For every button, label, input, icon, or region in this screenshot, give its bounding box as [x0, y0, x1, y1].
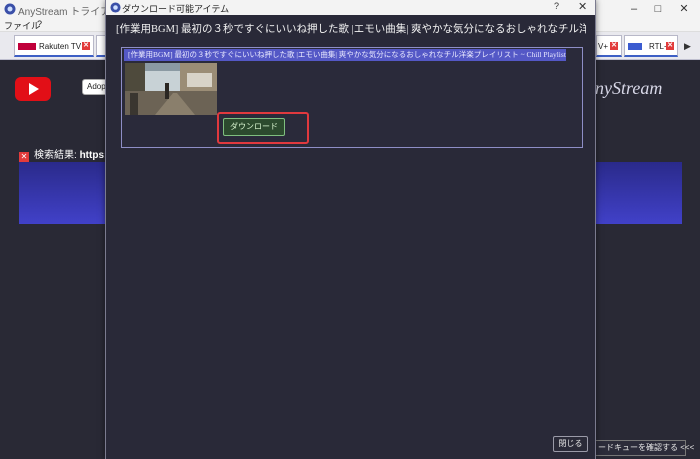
menu-file[interactable]: ファイル: [4, 19, 40, 32]
tab-rakuten-tv-label: Rakuten TV: [39, 42, 82, 51]
help-icon[interactable]: ?: [554, 1, 559, 11]
search-result-label: 検索結果:: [34, 150, 77, 161]
tab-v-plus[interactable]: V+ ✕: [596, 35, 622, 57]
download-button[interactable]: ダウンロード: [223, 118, 285, 136]
video-title-header: [作業用BGM] 最初の３秒ですぐにいいね押した歌 |エモい曲集| 爽やかな気分…: [116, 24, 586, 35]
dialog-titlebar: ダウンロード可能アイテム ? ✕: [106, 0, 595, 15]
dialog-close-icon[interactable]: ✕: [578, 0, 587, 13]
maximize-icon[interactable]: □: [650, 1, 666, 17]
tab-rakuten-tv[interactable]: Rakuten TV ✕: [14, 35, 94, 57]
tab-rtl-plus[interactable]: RTL+ ✕: [624, 35, 678, 57]
video-banner-right: [596, 162, 682, 224]
download-item-card: [作業用BGM] 最初の３秒ですぐにいいね押した歌 |エモい曲集| 爽やかな気分…: [121, 47, 583, 148]
downloadable-items-dialog: ダウンロード可能アイテム ? ✕ [作業用BGM] 最初の３秒ですぐにいいね押し…: [105, 0, 596, 459]
brand-logo-text: nyStream: [595, 78, 663, 98]
tab-v-plus-label: V+: [598, 42, 609, 51]
tabs-scroll-right-icon[interactable]: ▶: [684, 41, 691, 52]
youtube-logo-icon: [15, 77, 51, 101]
anystream-app-icon: [110, 2, 121, 13]
item-title: [作業用BGM] 最初の３秒ですぐにいいね押した歌 |エモい曲集| 爽やかな気分…: [124, 49, 566, 61]
error-x-icon: ✕: [19, 152, 29, 162]
view-queue-button[interactable]: ードキューを確認する <<<: [596, 440, 694, 456]
close-button[interactable]: 閉じる: [553, 436, 588, 452]
video-thumbnail: [125, 63, 217, 115]
close-icon[interactable]: ✕: [82, 42, 90, 50]
close-icon[interactable]: ✕: [666, 42, 674, 50]
minimize-icon[interactable]: –: [626, 1, 642, 17]
dialog-title: ダウンロード可能アイテム: [122, 4, 230, 14]
menu-help[interactable]: ?: [37, 19, 42, 29]
video-banner-left: [19, 162, 105, 224]
close-icon[interactable]: ✕: [610, 42, 618, 50]
main-close-icon[interactable]: ✕: [676, 1, 692, 17]
rakuten-logo-icon: [18, 43, 36, 50]
rtl-logo-icon: [628, 43, 642, 50]
search-result-line: ✕ 検索結果: https://v: [19, 146, 118, 162]
anystream-app-icon: [4, 3, 16, 15]
